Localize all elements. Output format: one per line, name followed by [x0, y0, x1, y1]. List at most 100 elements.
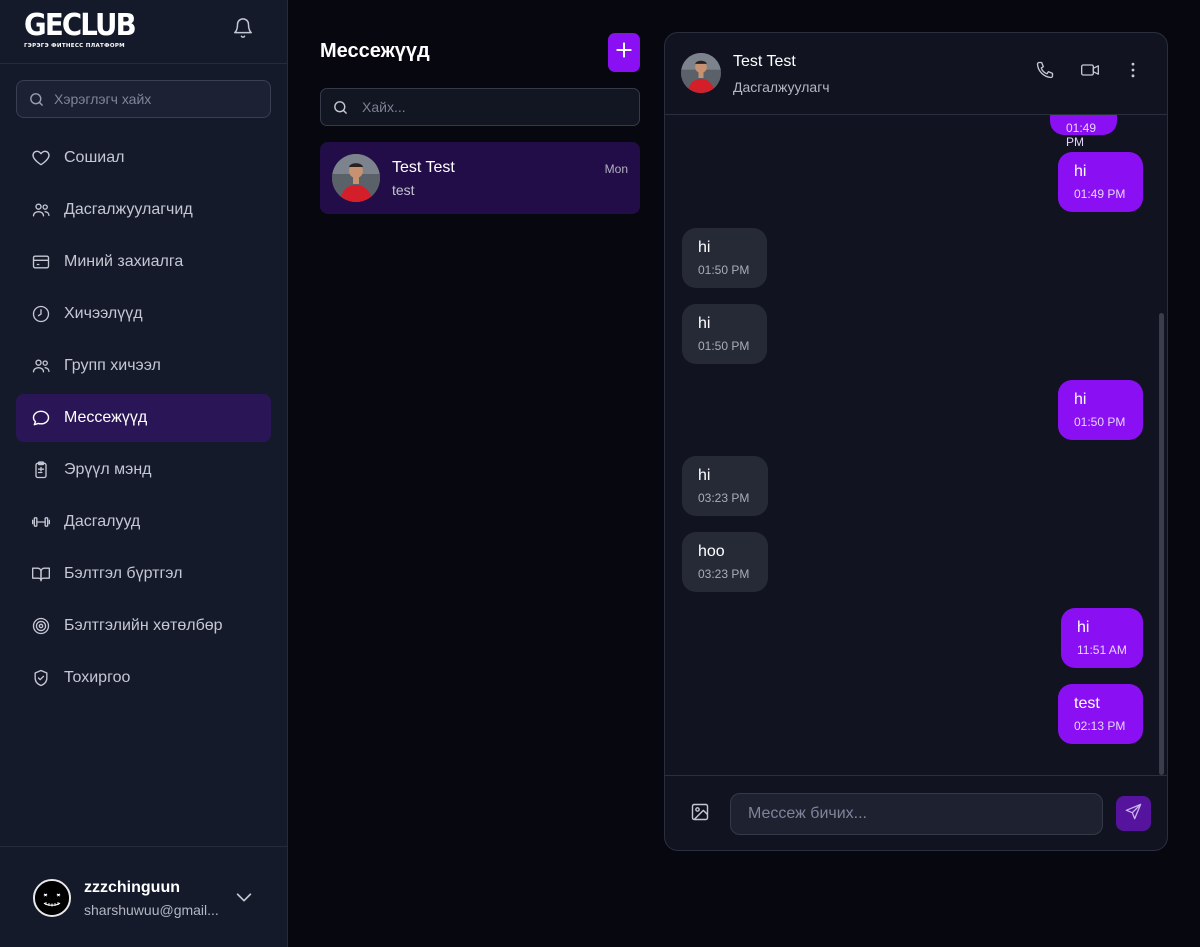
sidebar-item-training-log[interactable]: Бэлтгэл бүртгэл [16, 550, 271, 598]
message-text: hoo [698, 543, 725, 560]
sidebar-item-social[interactable]: Сошиал [16, 134, 271, 182]
search-icon [28, 90, 46, 108]
conversation-search-input[interactable] [362, 99, 612, 115]
message-bubble-outgoing: hi 11:51 AM [1061, 608, 1143, 668]
sidebar-item-settings[interactable]: Тохиргоо [16, 654, 271, 702]
message-bubble-outgoing: 01:49 PM [1050, 115, 1117, 149]
message-text: hi [698, 239, 711, 256]
message-time: 01:50 PM [1074, 415, 1126, 429]
sidebar-item-label: Бэлтгэлийн хөтөлбөр [64, 617, 223, 634]
sidebar-item-training-program[interactable]: Бэлтгэлийн хөтөлбөр [16, 602, 271, 650]
phone-call-button[interactable] [1033, 60, 1057, 84]
message-time: 03:23 PM [698, 567, 750, 581]
message-bubble-incoming: hi 03:23 PM [682, 456, 768, 516]
sidebar-item-label: Хичээлүүд [64, 305, 143, 322]
sidebar-item-label: Мессежүүд [64, 409, 148, 426]
logo-text: GECLUB [24, 8, 137, 43]
avatar [332, 154, 380, 202]
message-time: 01:50 PM [698, 263, 750, 277]
user-search-box [16, 80, 271, 118]
message-bubble-outgoing: test 02:13 PM [1058, 684, 1143, 744]
conversation-name: Test Test [392, 159, 455, 176]
target-icon [31, 616, 51, 636]
video-call-button[interactable] [1078, 60, 1102, 84]
message-text: test [1074, 695, 1100, 712]
message-text: hi [1074, 391, 1087, 408]
message-time: 11:51 AM [1077, 643, 1127, 657]
message-bubble-incoming: hi 01:50 PM [682, 304, 767, 364]
new-conversation-button[interactable] [608, 33, 640, 72]
conversation-last-message: test [392, 182, 415, 198]
clock-icon [31, 304, 51, 324]
message-bubble-incoming: hi 01:50 PM [682, 228, 767, 288]
message-time: 01:49 PM [1066, 121, 1097, 149]
avatar[interactable] [681, 53, 721, 93]
image-icon [690, 802, 710, 827]
message-composer [665, 775, 1167, 850]
message-text: hi [1074, 163, 1087, 180]
sidebar-item-label: Эрүүл мэнд [64, 461, 152, 478]
conversation-search-box [320, 88, 640, 126]
app-logo[interactable]: GECLUB ГЭРЭГЭ ФИТНЕСС ПЛАТФОРМ [24, 8, 144, 50]
message-bubble-incoming: hoo 03:23 PM [682, 532, 768, 592]
attach-image-button[interactable] [689, 803, 711, 825]
book-open-icon [31, 564, 51, 584]
sidebar-item-label: Бэлтгэл бүртгэл [64, 565, 183, 582]
plus-icon [614, 40, 634, 65]
scrollbar-thumb[interactable] [1159, 313, 1164, 775]
sidebar-item-label: Миний захиалга [64, 253, 184, 270]
sidebar: GECLUB ГЭРЭГЭ ФИТНЕСС ПЛАТФОРМ Сошиал Да… [0, 0, 288, 947]
sidebar-item-exercises[interactable]: Дасгалууд [16, 498, 271, 546]
chevron-down-icon[interactable] [233, 886, 255, 913]
profile-name: zzzchinguun [84, 879, 180, 896]
sidebar-item-messages[interactable]: Мессежүүд [16, 394, 271, 442]
notification-bell-icon[interactable] [230, 15, 256, 41]
profile-email: sharshuwuu@gmail... [84, 902, 219, 918]
logo-row: GECLUB ГЭРЭГЭ ФИТНЕСС ПЛАТФОРМ [0, 0, 287, 64]
more-options-button[interactable] [1121, 60, 1145, 84]
sidebar-item-orders[interactable]: Миний захиалга [16, 238, 271, 286]
message-text: hi [1077, 619, 1090, 636]
video-icon [1079, 60, 1101, 85]
sidebar-item-trainers[interactable]: Дасгалжуулагчид [16, 186, 271, 234]
clipboard-icon [31, 460, 51, 480]
sidebar-item-group-classes[interactable]: Групп хичээл [16, 342, 271, 390]
message-bubble-outgoing: hi 01:49 PM [1058, 152, 1143, 212]
search-icon [332, 98, 350, 116]
message-bubble-outgoing: hi 01:50 PM [1058, 380, 1143, 440]
dumbbell-icon [31, 512, 51, 532]
user-search-input[interactable] [54, 91, 254, 107]
sidebar-item-label: Тохиргоо [64, 669, 131, 686]
message-text: hi [698, 467, 711, 484]
conversation-item[interactable]: Test Test test Mon [320, 142, 640, 214]
page-title: Мессежүүд [320, 40, 430, 62]
message-list[interactable]: 01:49 PM hi 01:49 PM hi 01:50 PM hi 01:5… [665, 115, 1167, 775]
message-text: hi [698, 315, 711, 332]
chat-panel: Test Test Дасгалжуулагч 01:49 PM hi 01:4… [664, 32, 1168, 851]
chat-header: Test Test Дасгалжуулагч [665, 33, 1167, 115]
sidebar-item-label: Сошиал [64, 149, 125, 166]
send-button[interactable] [1116, 796, 1151, 831]
message-input[interactable] [730, 793, 1103, 835]
sidebar-item-label: Дасгалууд [64, 513, 141, 530]
chat-contact-name: Test Test [733, 53, 796, 70]
message-time: 02:13 PM [1074, 719, 1126, 733]
message-time: 01:49 PM [1074, 187, 1126, 201]
users-icon [31, 200, 51, 220]
sidebar-item-health[interactable]: Эрүүл мэнд [16, 446, 271, 494]
sidebar-item-label: Групп хичээл [64, 357, 161, 374]
conversation-time: Mon [604, 162, 628, 176]
send-icon [1124, 802, 1143, 826]
credit-card-icon [31, 252, 51, 272]
shield-check-icon [31, 668, 51, 688]
message-icon [31, 408, 51, 428]
heart-icon [31, 148, 51, 168]
message-time: 03:23 PM [698, 491, 750, 505]
sidebar-item-classes[interactable]: Хичээлүүд [16, 290, 271, 338]
chat-contact-role: Дасгалжуулагч [733, 79, 830, 95]
users-icon [31, 356, 51, 376]
phone-icon [1035, 60, 1055, 85]
avatar [33, 879, 71, 917]
more-vertical-icon [1123, 60, 1143, 85]
sidebar-item-label: Дасгалжуулагчид [64, 201, 193, 218]
